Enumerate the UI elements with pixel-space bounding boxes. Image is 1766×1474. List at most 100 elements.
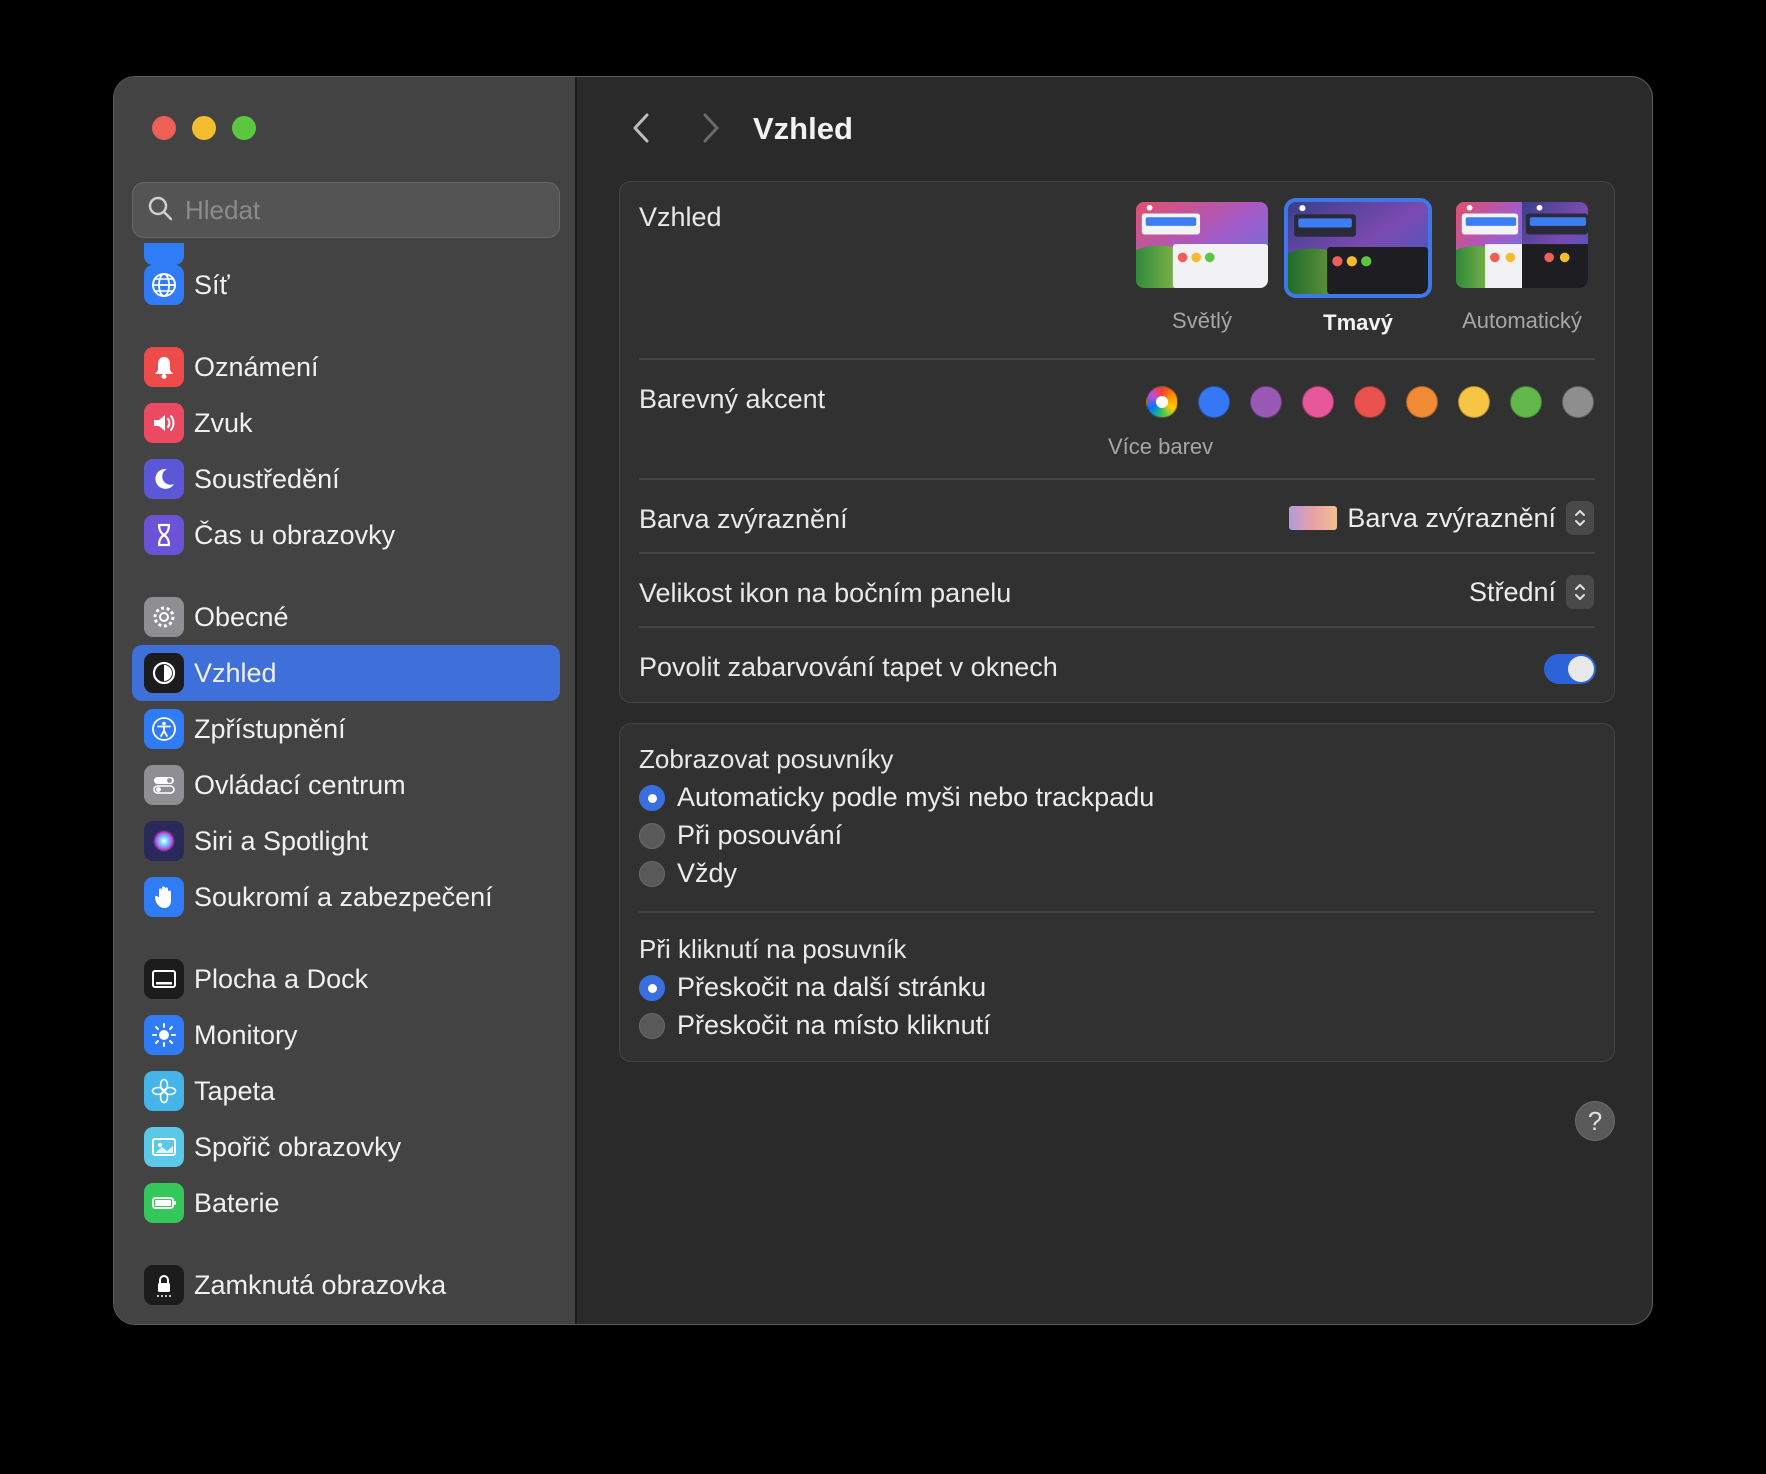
sidebar-item-label: Siri a Spotlight: [194, 825, 369, 856]
highlight-color-label: Barva zvýraznění: [639, 504, 848, 534]
zoom-button[interactable]: [232, 116, 256, 140]
sidebar-list: Síť Oznámení Zvuk Soustředění Čas u obra…: [132, 243, 560, 1324]
accent-swatch-graphite[interactable]: [1562, 386, 1594, 418]
accent-swatch-multicolor[interactable]: [1146, 386, 1178, 418]
hand-icon: [144, 877, 184, 917]
screensaver-icon: [144, 1127, 184, 1167]
auto-theme-thumbnail: [1454, 200, 1590, 290]
sidebar-item-label: Monitory: [194, 1019, 298, 1050]
click-option-next-page[interactable]: Přeskočit na další stránku: [639, 972, 986, 1003]
divider: [639, 552, 1595, 554]
radio-button[interactable]: [639, 784, 665, 811]
accent-swatch-purple[interactable]: [1250, 386, 1282, 418]
sidebar-item-plocha-a-dock[interactable]: Plocha a Dock: [132, 951, 560, 1007]
radio-button[interactable]: [639, 1012, 665, 1039]
search-field[interactable]: [132, 182, 560, 238]
sidebar-item-sit[interactable]: Síť: [132, 257, 560, 313]
sidebar-item-vzhled[interactable]: Vzhled: [132, 645, 560, 701]
sidebar-item-soukromi[interactable]: Soukromí a zabezpečení: [132, 869, 560, 925]
help-button[interactable]: ?: [1575, 1101, 1615, 1141]
battery-icon: [144, 1183, 184, 1223]
accent-swatch-green[interactable]: [1510, 386, 1542, 418]
radio-button[interactable]: [639, 974, 665, 1001]
sidebar-item-label: Soukromí a zabezpečení: [194, 881, 493, 912]
sidebar-item-label: Zvuk: [194, 407, 253, 438]
sidebar-item-baterie[interactable]: Baterie: [132, 1175, 560, 1231]
appearance-option-dark[interactable]: Tmavý: [1284, 198, 1432, 336]
divider: [639, 626, 1595, 628]
scrollbar-settings-card: Zobrazovat posuvníky Automaticky podle m…: [619, 723, 1615, 1062]
sidebar-item-label: Oznámení: [194, 351, 319, 382]
sidebar-item-label: Vzhled: [194, 657, 277, 688]
chevron-right-icon: [703, 113, 719, 143]
accessibility-icon: [144, 709, 184, 749]
wallpaper-tinting-label: Povolit zabarvování tapet v oknech: [639, 652, 1058, 682]
sidebar-item-label: Čas u obrazovky: [194, 519, 396, 550]
sidebar-item-sporic-obrazovky[interactable]: Spořič obrazovky: [132, 1119, 560, 1175]
scrollbar-option-always[interactable]: Vždy: [639, 858, 737, 889]
lock-icon: [144, 1265, 184, 1305]
globe-icon: [144, 265, 184, 305]
icon-size-popup[interactable]: Střední: [1469, 575, 1594, 609]
sidebar-item-siri-a-spotlight[interactable]: Siri a Spotlight: [132, 813, 560, 869]
appearance-icon: [144, 653, 184, 693]
wallpaper-tinting-toggle[interactable]: [1544, 654, 1596, 684]
sidebar-item-label: Zpřístupnění: [194, 713, 346, 744]
light-theme-thumbnail: [1134, 200, 1270, 290]
appearance-option-light[interactable]: Světlý: [1128, 200, 1276, 334]
show-scrollbars-title: Zobrazovat posuvníky: [639, 744, 894, 774]
appearance-option-label: Tmavý: [1323, 310, 1393, 335]
forward-button[interactable]: [693, 103, 729, 153]
close-button[interactable]: [152, 116, 176, 140]
icon-size-label: Velikost ikon na bočním panelu: [639, 578, 1012, 608]
sidebar-item-label: Zamknutá obrazovka: [194, 1269, 447, 1300]
radio-label: Přeskočit na další stránku: [677, 972, 987, 1002]
sidebar-item-soustredeni[interactable]: Soustředění: [132, 451, 560, 507]
sidebar-item-label: Obecné: [194, 601, 289, 632]
radio-label: Přeskočit na místo kliknutí: [677, 1010, 991, 1040]
back-button[interactable]: [623, 103, 659, 153]
highlight-color-value: Barva zvýraznění: [1347, 502, 1556, 533]
appearance-option-auto[interactable]: Automatický: [1448, 200, 1596, 334]
accent-swatch-yellow[interactable]: [1458, 386, 1490, 418]
highlight-color-popup[interactable]: Barva zvýraznění: [1289, 501, 1594, 535]
sidebar-item-zpristupneni[interactable]: Zpřístupnění: [132, 701, 560, 757]
control-center-icon: [144, 765, 184, 805]
hourglass-icon: [144, 515, 184, 555]
sidebar-item-label: Baterie: [194, 1187, 280, 1218]
highlight-color-swatch: [1289, 506, 1338, 530]
click-option-clicked-spot[interactable]: Přeskočit na místo kliknutí: [639, 1010, 991, 1041]
accent-swatch-orange[interactable]: [1406, 386, 1438, 418]
scrollbar-option-scrolling[interactable]: Při posouvání: [639, 820, 842, 851]
accent-swatch-red[interactable]: [1354, 386, 1386, 418]
updown-chevron-icon: [1566, 501, 1594, 535]
sidebar-item-ovladaci-centrum[interactable]: Ovládací centrum: [132, 757, 560, 813]
accent-swatch-pink[interactable]: [1302, 386, 1334, 418]
scrollbar-option-auto[interactable]: Automaticky podle myši nebo trackpadu: [639, 782, 1154, 813]
sidebar: Síť Oznámení Zvuk Soustředění: [114, 77, 577, 1324]
minimize-button[interactable]: [192, 116, 216, 140]
sun-icon: [144, 1015, 184, 1055]
search-input[interactable]: [185, 194, 515, 226]
main-pane: Vzhled Vzhled Světlý Tmavý Automatický B…: [577, 77, 1652, 1324]
sidebar-item-oznameni[interactable]: Oznámení: [132, 339, 560, 395]
sidebar-item-tapeta[interactable]: Tapeta: [132, 1063, 560, 1119]
sidebar-item-zvuk[interactable]: Zvuk: [132, 395, 560, 451]
sidebar-item-label: Síť: [194, 269, 230, 300]
radio-button[interactable]: [639, 822, 665, 849]
sidebar-item-zamknuta-obrazovka[interactable]: Zamknutá obrazovka: [132, 1257, 560, 1313]
appearance-option-label: Světlý: [1172, 308, 1232, 333]
accent-swatch-blue[interactable]: [1198, 386, 1230, 418]
sidebar-item-cas-u-obrazovky[interactable]: Čas u obrazovky: [132, 507, 560, 563]
divider: [639, 478, 1595, 480]
sidebar-item-monitory[interactable]: Monitory: [132, 1007, 560, 1063]
settings-window: Síť Oznámení Zvuk Soustředění: [113, 76, 1653, 1325]
moon-icon: [144, 459, 184, 499]
radio-label: Vždy: [677, 858, 738, 888]
radio-button[interactable]: [639, 860, 665, 887]
chevron-left-icon: [633, 113, 649, 143]
accent-color-label: Barevný akcent: [639, 384, 826, 414]
siri-icon: [144, 821, 184, 861]
window-controls: [152, 116, 256, 140]
sidebar-item-obecne[interactable]: Obecné: [132, 589, 560, 645]
